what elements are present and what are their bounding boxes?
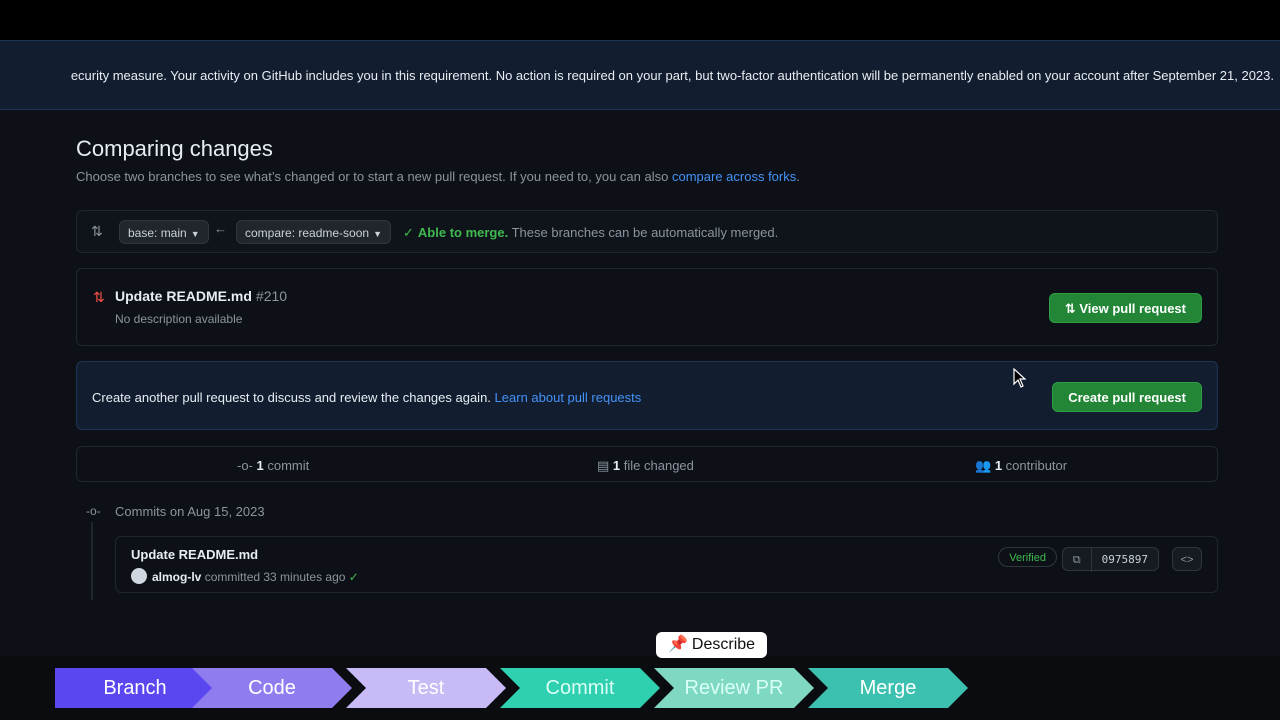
step-test: Test (346, 668, 506, 708)
base-branch-select[interactable]: base: main ▼ (119, 220, 209, 244)
step-review-pr: Review PR (654, 668, 814, 708)
banner-text: ecurity measure. Your activity on GitHub… (70, 68, 1274, 83)
people-icon: 👥 (975, 458, 992, 473)
create-pr-box: Create another pull request to discuss a… (76, 361, 1218, 430)
commits-count: 1 (256, 458, 264, 473)
create-pr-text: Create another pull request to discuss a… (92, 390, 641, 405)
step-merge: Merge (808, 668, 968, 708)
git-pull-request-icon: ⇅ (93, 289, 105, 305)
subtitle-text: Choose two branches to see what’s change… (76, 169, 669, 184)
existing-pr-box: ⇅ Update README.md #210 No description av… (76, 268, 1218, 346)
git-pull-request-icon: ⇅ (1064, 301, 1076, 316)
pr-description: No description available (115, 312, 243, 326)
two-factor-banner: ecurity measure. Your activity on GitHub… (0, 40, 1280, 110)
files-count: 1 (612, 458, 621, 473)
browse-code-icon[interactable]: <> (1172, 547, 1202, 571)
avatar[interactable] (131, 568, 147, 584)
git-commit-icon: -o- (237, 458, 253, 473)
commits-date-heading: Commits on Aug 15, 2023 (115, 504, 265, 519)
commit-title[interactable]: Update README.md (131, 547, 258, 562)
commits-stat[interactable]: -o- 1 commit (237, 458, 309, 473)
compare-across-forks-link[interactable]: compare across forks (672, 169, 796, 184)
step-branch: Branch (55, 668, 215, 708)
commit-time: committed 33 minutes ago (204, 570, 346, 584)
compare-branch-select[interactable]: compare: readme-soon ▼ (236, 220, 391, 244)
arrow-left-icon: ← (214, 221, 227, 236)
git-commit-icon: -o- (86, 504, 101, 518)
merge-status: ✓ Able to merge. These branches can be au… (403, 225, 778, 241)
step-commit: Commit (500, 668, 660, 708)
page-title: Comparing changes (76, 136, 273, 161)
contributors-label: contributor (1005, 458, 1068, 473)
files-stat[interactable]: ▤ 1 file changed (597, 458, 694, 474)
workflow-steps: Branch Code Test Commit Review PR Merge (0, 668, 1280, 708)
pushpin-icon: 📌 (668, 636, 688, 653)
commit-sha[interactable]: 0975897 (1092, 548, 1158, 572)
commit-meta: almog-lv committed 33 minutes ago ✓ (131, 568, 359, 584)
describe-tag: 📌 Describe (656, 632, 768, 658)
caret-down-icon: ▼ (190, 229, 200, 239)
contributors-count: 1 (994, 458, 1003, 473)
commit-row: Update README.md almog-lv committed 33 m… (115, 536, 1218, 593)
subtitle-end: . (796, 169, 800, 184)
step-code: Code (192, 668, 352, 708)
compare-branch-label: compare: readme-soon (245, 226, 370, 240)
describe-label: Describe (691, 636, 756, 653)
merge-status-detail: These branches can be automatically merg… (511, 225, 779, 240)
commits-label: commit (267, 458, 310, 473)
commit-sha-group: ⧉ 0975897 (1061, 547, 1159, 572)
learn-about-pull-requests-link[interactable]: Learn about pull requests (495, 390, 642, 405)
caret-down-icon: ▼ (373, 229, 382, 239)
file-diff-icon: ▤ (597, 458, 610, 473)
create-pull-request-button[interactable]: Create pull request (1052, 382, 1202, 412)
compare-stats: -o- 1 commit ▤ 1 file changed 👥 1 contri… (76, 446, 1218, 482)
verified-badge[interactable]: Verified (998, 547, 1057, 567)
check-icon: ✓ (403, 225, 414, 240)
base-branch-label: base: main (128, 226, 187, 240)
timeline-line (91, 522, 93, 600)
page-subtitle: Choose two branches to see what’s change… (76, 169, 800, 184)
swap-icon[interactable]: ⇅ (91, 223, 103, 240)
view-pull-request-button[interactable]: ⇅ View pull request (1048, 293, 1202, 323)
branch-range-editor: ⇅ base: main ▼ ← compare: readme-soon ▼ ✓ A… (76, 210, 1218, 253)
commit-author[interactable]: almog-lv (152, 570, 201, 584)
top-black-bar (0, 0, 1280, 40)
copy-icon[interactable]: ⧉ (1063, 548, 1092, 572)
mouse-cursor-icon (1013, 368, 1027, 388)
pr-number: #210 (255, 288, 288, 304)
view-pull-request-label: View pull request (1079, 301, 1186, 316)
pr-title-text[interactable]: Update README.md (115, 288, 252, 304)
create-pr-message: Create another pull request to discuss a… (92, 390, 491, 405)
check-icon: ✓ (348, 570, 359, 584)
merge-status-label: Able to merge. (417, 225, 509, 240)
files-label: file changed (623, 458, 694, 473)
contributors-stat[interactable]: 👥 1 contributor (975, 458, 1067, 474)
pr-title[interactable]: Update README.md #210 (115, 288, 287, 304)
